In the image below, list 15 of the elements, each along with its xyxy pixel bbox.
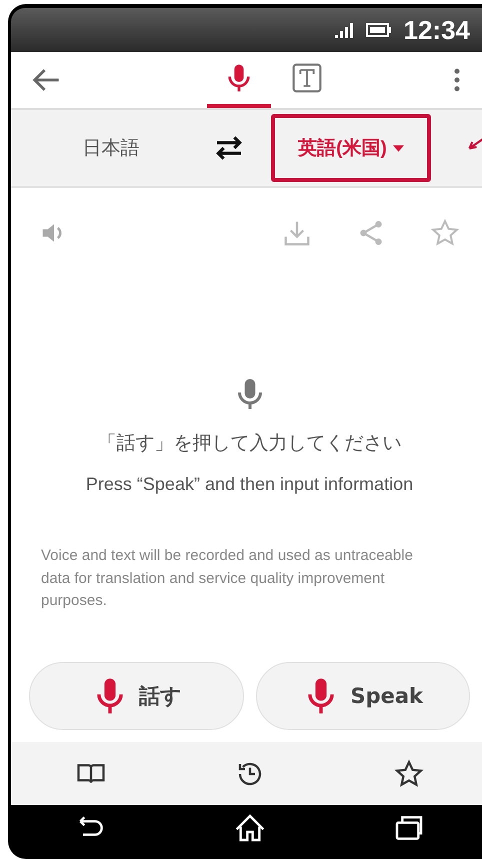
prompt-text: 「話す」を押して入力してください xyxy=(98,431,402,456)
target-language-dropdown[interactable]: 英語(米国) xyxy=(271,114,431,182)
battery-icon xyxy=(366,23,392,37)
speak-button[interactable]: Speak xyxy=(256,662,470,730)
notice-text: Voice and text will be recorded and used as untraceable data for translation and service quality improvement purposes. xyxy=(41,546,414,611)
prompt-text: Press “Speak” and then input information xyxy=(86,474,414,495)
source-language[interactable]: 日本語 xyxy=(11,135,211,161)
speak-button[interactable]: 話す xyxy=(29,662,244,730)
signal-icon xyxy=(334,22,354,38)
star-icon[interactable] xyxy=(394,758,424,788)
home-icon[interactable] xyxy=(234,812,266,844)
caret-icon xyxy=(392,144,404,152)
clock: 12:34 xyxy=(404,14,470,46)
star-icon[interactable] xyxy=(430,218,460,248)
text-box-icon xyxy=(290,62,322,94)
